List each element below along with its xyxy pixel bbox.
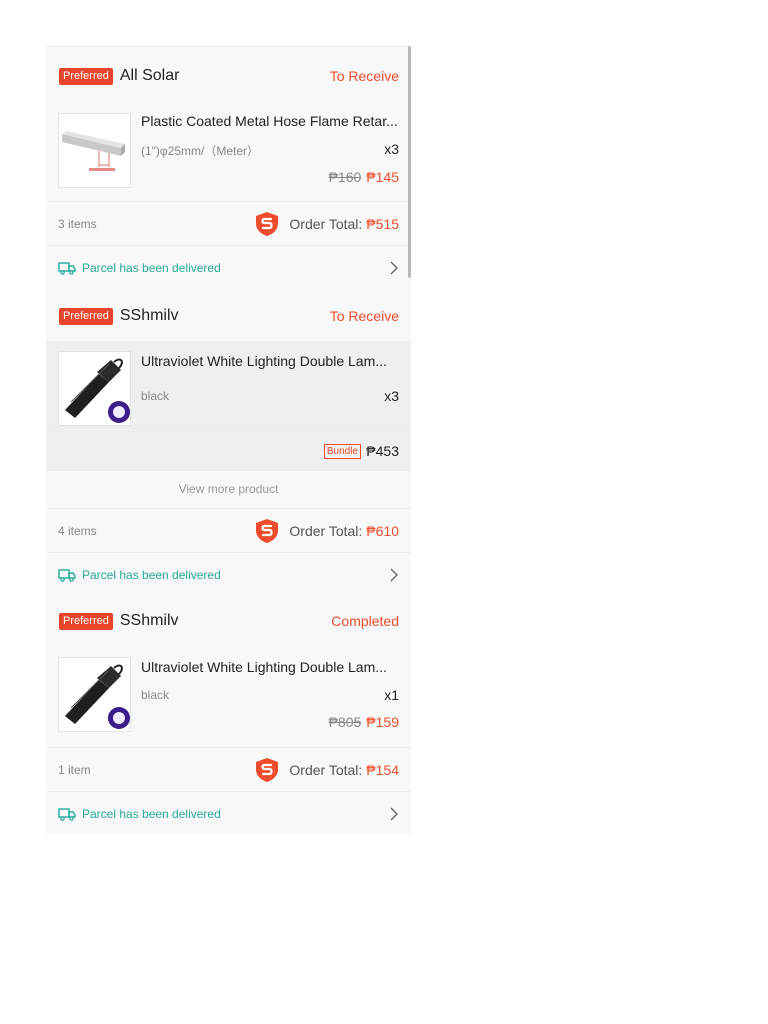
order-total-label: Order Total: — [289, 762, 363, 778]
bundle-price: ₱453 — [366, 443, 399, 459]
order-status: Completed — [331, 613, 399, 629]
sale-price: ₱145 — [366, 169, 399, 185]
shop-name[interactable]: SShmilv — [120, 612, 179, 630]
product-quantity: x1 — [384, 687, 399, 703]
original-price: ₱160 — [328, 169, 362, 185]
product-variation: black — [141, 688, 170, 702]
order-total-row: 1 item Order Total: ₱154 — [46, 748, 411, 792]
product-name: Plastic Coated Metal Hose Flame Retar... — [141, 113, 398, 129]
order-total-row: 3 items Order Total: ₱515 — [46, 202, 411, 246]
bundle-price-row: Bundle ₱453 — [46, 432, 411, 470]
product-variation: black — [141, 389, 170, 403]
order-total: Order Total: ₱515 — [255, 211, 399, 237]
product-name: Ultraviolet White Lighting Double Lam... — [141, 353, 387, 369]
product-quantity: x3 — [384, 388, 399, 404]
sale-price: ₱159 — [366, 714, 399, 730]
product-variation: (1")φ25mm/（Meter） — [141, 144, 260, 158]
items-count: 1 item — [58, 763, 91, 777]
order-total-amount: ₱610 — [366, 523, 399, 539]
truck-icon — [58, 569, 76, 582]
chevron-right-icon — [390, 807, 398, 821]
product-thumbnail — [58, 113, 131, 188]
preferred-badge: Preferred — [59, 307, 113, 325]
uv-flashlight-image — [59, 658, 130, 731]
original-price: ₱805 — [328, 714, 362, 730]
truck-icon — [58, 262, 76, 275]
product-name: Ultraviolet White Lighting Double Lam... — [141, 659, 387, 675]
order-total-label: Order Total: — [289, 523, 363, 539]
chevron-right-icon — [390, 261, 398, 275]
product-thumbnail — [58, 657, 131, 732]
parcel-status-row[interactable]: Parcel has been delivered — [46, 246, 411, 290]
shop-header[interactable]: Preferred SShmilv To Receive — [46, 287, 411, 345]
order-total: Order Total: ₱610 — [255, 518, 399, 544]
shop-header[interactable]: Preferred SShmilv Completed — [46, 595, 411, 647]
uv-flashlight-image — [59, 352, 130, 425]
order-total-amount: ₱515 — [366, 216, 399, 232]
parcel-status-text: Parcel has been delivered — [82, 261, 221, 275]
shop-name[interactable]: SShmilv — [120, 307, 179, 325]
order-total-label: Order Total: — [289, 216, 363, 232]
parcel-status-text: Parcel has been delivered — [82, 568, 221, 582]
product-thumbnail — [58, 351, 131, 426]
order-card[interactable]: Preferred All Solar To Receive Plastic C… — [46, 47, 411, 287]
truck-icon — [58, 808, 76, 821]
price-row: ₱160 ₱145 — [329, 169, 399, 185]
preferred-badge: Preferred — [59, 612, 113, 630]
parcel-status-row[interactable]: Parcel has been delivered — [46, 792, 411, 834]
shop-name[interactable]: All Solar — [120, 67, 180, 85]
order-card[interactable]: Preferred SShmilv To Receive Ultraviolet… — [46, 287, 411, 595]
shopee-guarantee-icon — [256, 212, 279, 236]
order-list: Preferred All Solar To Receive Plastic C… — [46, 46, 411, 834]
order-total-row: 4 items Order Total: ₱610 — [46, 509, 411, 553]
product-item[interactable]: Plastic Coated Metal Hose Flame Retar...… — [46, 105, 411, 195]
items-count: 4 items — [58, 524, 97, 538]
scrollbar[interactable] — [408, 46, 411, 278]
shop-header[interactable]: Preferred All Solar To Receive — [46, 47, 411, 105]
bundle-badge: Bundle — [323, 444, 361, 459]
chevron-right-icon — [390, 568, 398, 582]
parcel-status-row[interactable]: Parcel has been delivered — [46, 553, 411, 597]
order-total: Order Total: ₱154 — [255, 757, 399, 783]
shopee-guarantee-icon — [256, 758, 279, 782]
order-status: To Receive — [329, 68, 399, 84]
items-count: 3 items — [58, 217, 97, 231]
hose-image — [59, 114, 130, 187]
parcel-status-text: Parcel has been delivered — [82, 807, 221, 821]
order-card[interactable]: Preferred SShmilv Completed Ultraviolet … — [46, 595, 411, 834]
shopee-guarantee-icon — [256, 519, 279, 543]
price-row: ₱805 ₱159 — [329, 714, 399, 730]
product-item[interactable]: Ultraviolet White Lighting Double Lam...… — [46, 341, 411, 431]
view-more-product-button[interactable]: View more product — [46, 471, 411, 507]
product-item[interactable]: Ultraviolet White Lighting Double Lam...… — [46, 647, 411, 737]
order-status: To Receive — [329, 308, 399, 324]
product-quantity: x3 — [384, 141, 399, 157]
preferred-badge: Preferred — [59, 67, 113, 85]
order-total-amount: ₱154 — [366, 762, 399, 778]
